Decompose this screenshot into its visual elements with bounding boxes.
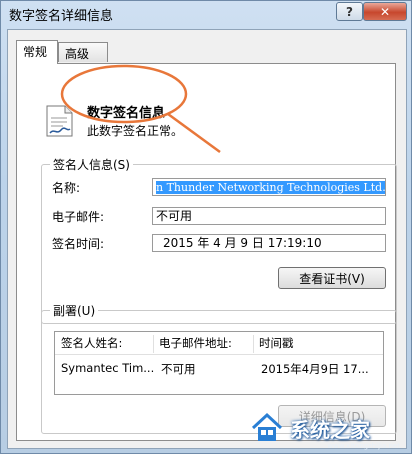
row-timestamp: 2015年4月9日 17...	[261, 362, 369, 376]
view-certificate-button[interactable]: 查看证书(V)	[278, 267, 386, 289]
signer-info-group: 签名人信息(S) 名称: n Thunder Networking Techno…	[41, 156, 397, 324]
list-header: 签名人姓名: 电子邮件地址: 时间戳	[55, 332, 383, 355]
countersignature-list[interactable]: 签名人姓名: 电子邮件地址: 时间戳 Symantec Tim... 不可用 2…	[54, 331, 384, 395]
signer-info-title: 签名人信息(S)	[50, 156, 133, 173]
watermark-brand: 系统之家	[290, 417, 370, 442]
column-header-signer[interactable]: 签名人姓名:	[61, 335, 154, 353]
watermark-url: www.xitongzhijia.net	[327, 442, 400, 450]
dialog-window: 数字签名详细信息 ? ✕ 常规 高级 数字签名信息 此数字签名正常。 签名人信息…	[0, 0, 412, 454]
signing-time-label: 签名时间:	[52, 237, 105, 251]
window-title: 数字签名详细信息	[9, 9, 114, 24]
help-button[interactable]: ?	[336, 2, 363, 21]
certificate-icon	[46, 105, 73, 137]
name-field[interactable]: n Thunder Networking Technologies Ltd.	[152, 178, 386, 196]
dialog-client: 常规 高级 数字签名信息 此数字签名正常。 签名人信息(S) 名称: n Thu…	[7, 29, 407, 449]
watermark: 系统之家 www.xitongzhijia.net	[250, 406, 408, 450]
countersignatures-title: 副署(U)	[50, 302, 99, 319]
table-row[interactable]: Symantec Tim... 不可用 2015年4月9日 17...	[55, 358, 383, 380]
column-header-timestamp[interactable]: 时间戳	[259, 335, 379, 353]
name-label: 名称:	[52, 181, 81, 195]
email-label: 电子邮件:	[52, 210, 105, 224]
tab-advanced[interactable]: 高级	[58, 42, 108, 62]
close-button[interactable]: ✕	[363, 2, 407, 21]
email-field[interactable]: 不可用	[152, 207, 386, 225]
name-value[interactable]: n Thunder Networking Technologies Ltd.	[156, 181, 385, 194]
row-signer-name: Symantec Tim...	[61, 361, 155, 375]
tab-panel: 数字签名信息 此数字签名正常。 签名人信息(S) 名称: n Thunder N…	[16, 63, 397, 441]
row-email: 不可用	[161, 362, 196, 376]
tab-general[interactable]: 常规	[16, 40, 58, 64]
title-bar[interactable]: 数字签名详细信息 ? ✕	[1, 1, 411, 27]
signature-info-heading: 数字签名信息	[87, 106, 166, 121]
signature-status-text: 此数字签名正常。	[87, 124, 184, 138]
signing-time-field[interactable]: 2015 年 4 月 9 日 17:19:10	[152, 234, 386, 252]
house-logo-icon	[251, 412, 283, 441]
column-header-email[interactable]: 电子邮件地址:	[159, 335, 254, 353]
